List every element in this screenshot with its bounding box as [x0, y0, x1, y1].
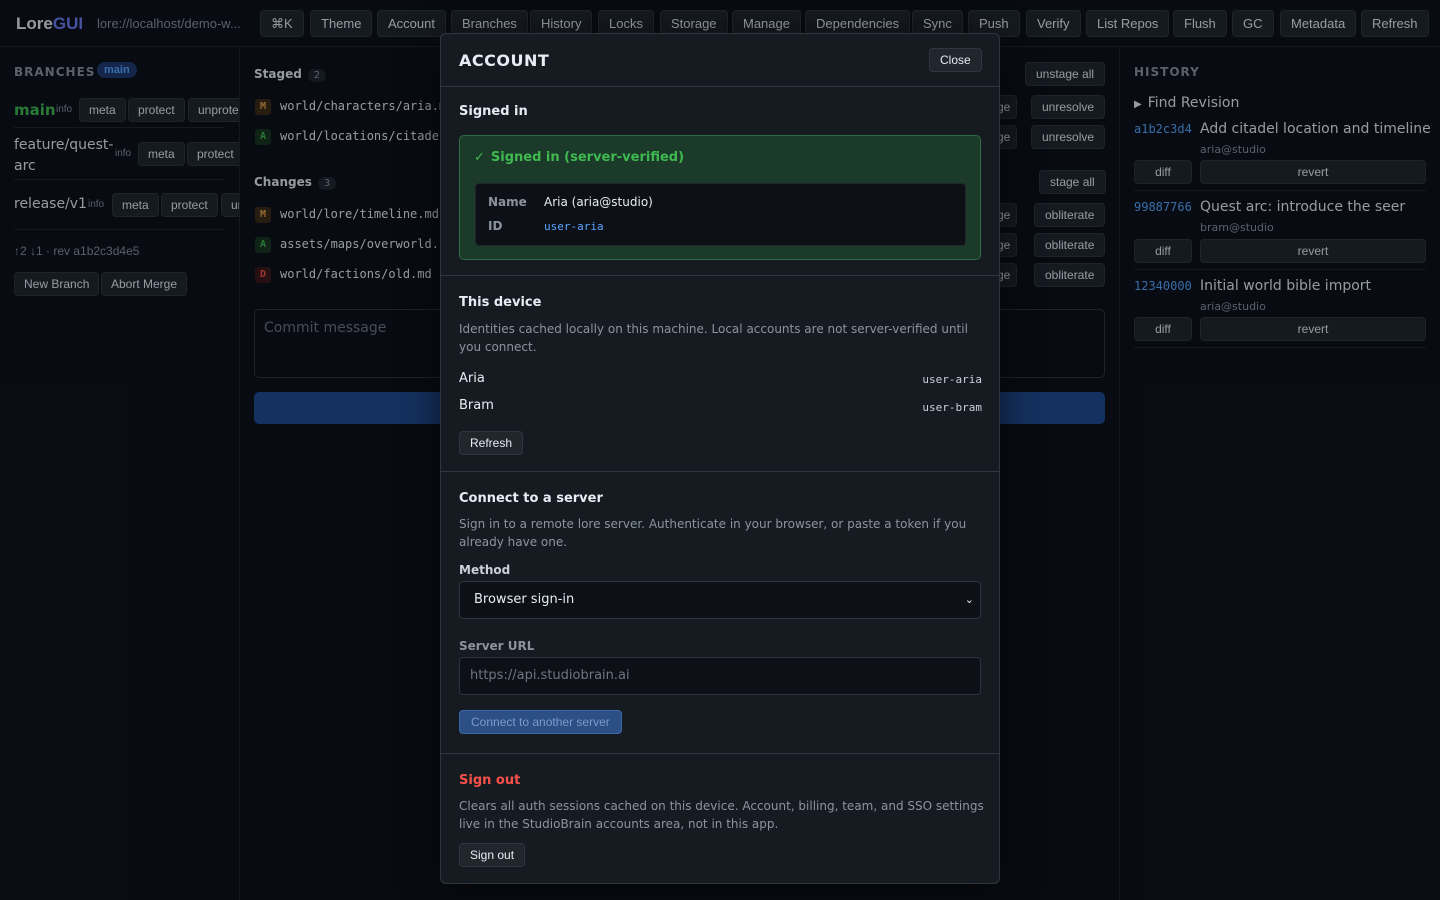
device-refresh-button[interactable]: Refresh: [459, 431, 524, 455]
signout-section: Sign out Clears all auth sessions cached…: [441, 754, 999, 883]
identity-name: Aria: [459, 371, 485, 386]
device-section: This device Identities cached locally on…: [441, 276, 999, 472]
identity-id: user-aria: [922, 373, 982, 386]
signed-in-status: ✓ Signed in (server-verified): [474, 150, 685, 165]
signed-in-section: Signed in ✓ Signed in (server-verified) N…: [441, 87, 999, 276]
identity-id: user-bram: [922, 401, 982, 414]
signed-in-status-box: ✓ Signed in (server-verified) Name Aria (…: [459, 135, 981, 260]
modal-title: ACCOUNT: [459, 51, 550, 70]
signout-heading: Sign out: [459, 773, 521, 788]
server-url-input[interactable]: https://api.studiobrain.ai: [459, 657, 981, 695]
connect-server-button[interactable]: Connect to another server: [459, 710, 622, 734]
method-select[interactable]: Browser sign-in ⌄: [459, 581, 981, 619]
connect-section: Connect to a server Sign in to a remote …: [441, 472, 999, 754]
method-label: Method: [459, 563, 511, 577]
name-value: Aria (aria@studio): [544, 195, 653, 209]
identity-name: Bram: [459, 398, 494, 413]
name-label: Name: [488, 195, 527, 209]
device-heading: This device: [459, 295, 542, 310]
signed-in-heading: Signed in: [459, 104, 528, 119]
identity-card: Name Aria (aria@studio) ID user-aria: [475, 183, 966, 246]
sign-out-button[interactable]: Sign out: [459, 843, 526, 867]
signout-description: Clears all auth sessions cached on this …: [459, 799, 984, 831]
device-description: Identities cached locally on this machin…: [459, 322, 968, 354]
connect-heading: Connect to a server: [459, 491, 603, 506]
connect-description: Sign in to a remote lore server. Authent…: [459, 517, 967, 549]
close-button[interactable]: Close: [929, 48, 982, 72]
server-url-label: Server URL: [459, 639, 535, 653]
account-modal: ACCOUNT Close Signed in ✓ Signed in (serv…: [440, 33, 1000, 884]
chevron-down-icon: ⌄: [964, 593, 974, 606]
id-value: user-aria: [544, 220, 604, 233]
checkmark-icon: ✓: [474, 150, 485, 165]
id-label: ID: [488, 219, 503, 233]
modal-header: ACCOUNT Close: [441, 34, 999, 87]
